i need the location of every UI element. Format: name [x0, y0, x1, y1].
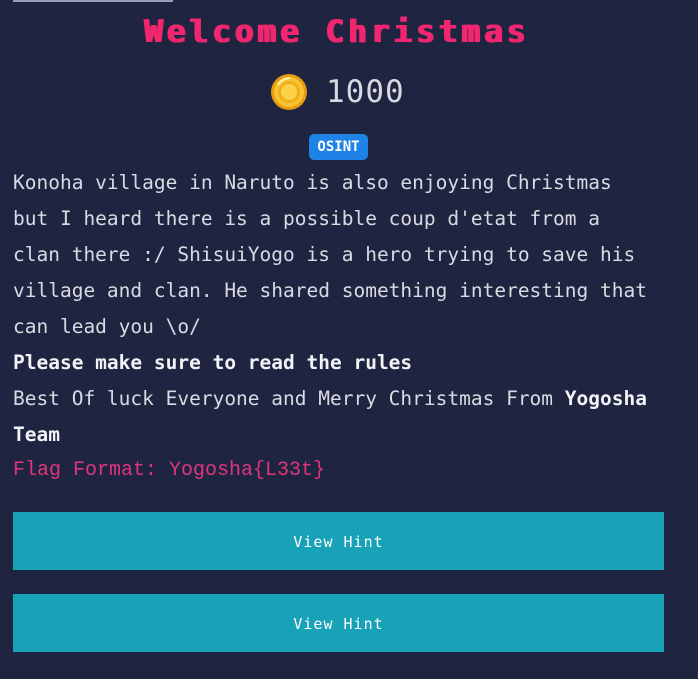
description-line: but I heard there is a possible coup d'e…: [13, 207, 600, 230]
view-hint-button[interactable]: View Hint: [13, 512, 664, 570]
team-name-line2: Team: [13, 423, 60, 446]
closing-text: Best Of luck Everyone and Merry Christma…: [13, 387, 565, 410]
view-hint-button[interactable]: View Hint: [13, 594, 664, 652]
rules-note: Please make sure to read the rules: [13, 351, 413, 374]
flag-format: Flag Format: Yogosha{L33t}: [13, 459, 326, 482]
coin-icon: [271, 74, 307, 110]
top-tab-indicator: [13, 0, 173, 2]
category-badge: OSINT: [309, 134, 368, 160]
challenge-title: Welcome Christmas: [144, 14, 530, 50]
description-line: clan there :/ ShisuiYogo is a hero tryin…: [13, 243, 636, 266]
description-line: Konoha village in Naruto is also enjoyin…: [13, 171, 612, 194]
description-line: can lead you \o/: [13, 315, 201, 338]
points-value: 1000: [326, 74, 405, 110]
challenge-description: Konoha village in Naruto is also enjoyin…: [13, 165, 683, 453]
team-name: Yogosha: [564, 387, 647, 410]
description-line: village and clan. He shared something in…: [13, 279, 647, 302]
points-display: 1000: [270, 72, 405, 112]
closing-line: Best Of luck Everyone and Merry Christma…: [13, 381, 683, 417]
